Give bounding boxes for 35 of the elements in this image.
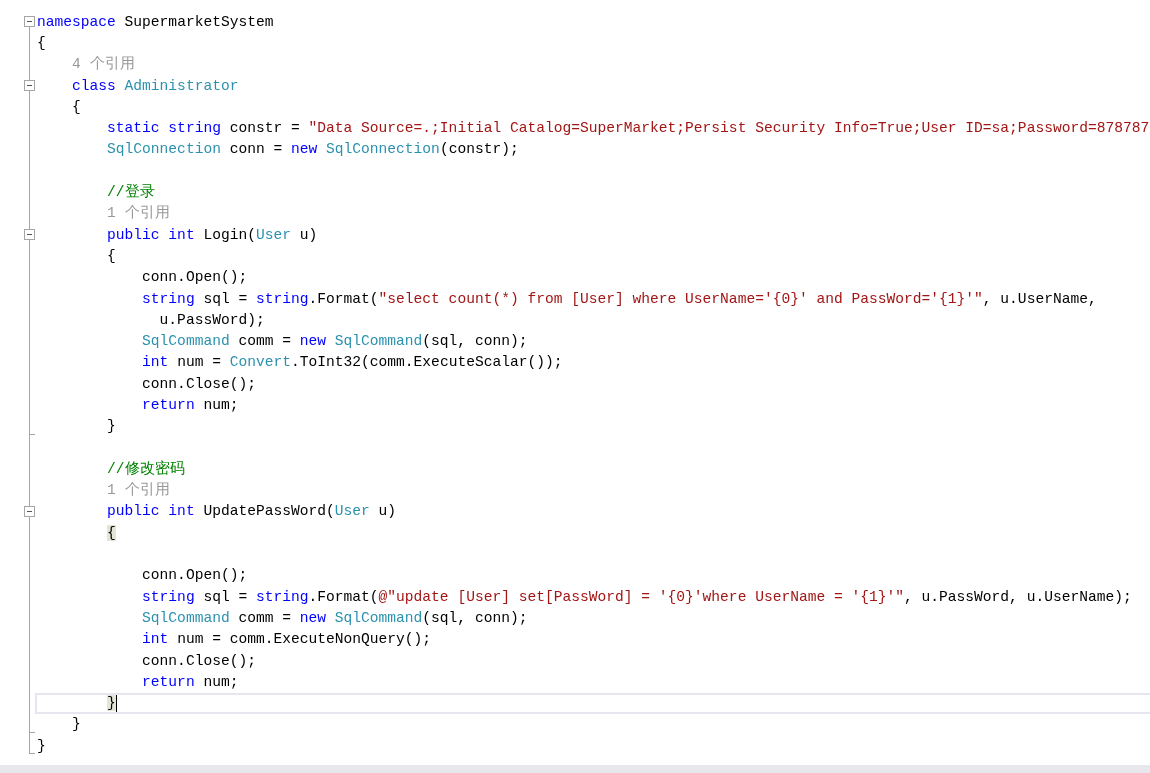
code-line: u.PassWord); [158, 310, 265, 330]
reference-count-link[interactable]: 1 个引用 [37, 203, 170, 224]
reference-count-link[interactable]: 4 个引用 [37, 54, 135, 75]
reference-count-link[interactable]: 1 个引用 [37, 480, 170, 501]
code-line: string sql = string.Format("select count(*) from [User] where UserName='{0}' and PassWord='{1}'", u.UserName, [141, 289, 1097, 309]
code-line: } [71, 715, 81, 735]
code-line: public int Login(User u) [106, 225, 318, 245]
code-line: } [37, 736, 46, 756]
collapse-icon[interactable] [24, 16, 35, 27]
code-line: static string constr = "Data Source=.;Initial Catalog=SuperMarket;Persist Security Info=True;User ID=sa;Password=878787 [106, 119, 1150, 139]
code-line: SqlConnection conn = new SqlConnection(constr); [106, 140, 519, 160]
code-line: return num; [141, 396, 239, 415]
code-line: public int UpdatePassWord(User u) [106, 502, 397, 522]
code-line: conn.Close(); [141, 374, 256, 394]
code-line: int num = Convert.ToInt32(comm.ExecuteScalar()); [141, 353, 563, 373]
text-cursor [115, 694, 117, 712]
code-line: conn.Open(); [141, 268, 248, 288]
code-line: } [106, 417, 116, 437]
code-line: SqlCommand comm = new SqlCommand(sql, conn); [141, 332, 528, 352]
code-line: { [106, 246, 116, 266]
code-line: namespace SupermarketSystem [37, 12, 274, 32]
code-line: class Administrator [71, 76, 239, 96]
code-line: conn.Open(); [141, 566, 248, 586]
code-comment: //修改密码 [106, 459, 185, 479]
collapse-icon[interactable] [24, 228, 35, 240]
code-line: { [71, 97, 81, 117]
code-line: string sql = string.Format(@"update [User] set[PassWord] = '{0}'where UserName = '{1}'", u.PassWord, u.UserName); [141, 587, 1132, 607]
code-line: int num = comm.ExecuteNonQuery(); [141, 630, 432, 650]
collapse-icon[interactable] [24, 79, 35, 91]
code-line: conn.Close(); [141, 651, 256, 671]
code-comment: //登录 [106, 183, 155, 202]
code-line: { [37, 33, 46, 53]
collapse-icon[interactable] [24, 505, 35, 517]
code-line: return num; [141, 672, 239, 692]
code-line: SqlCommand comm = new SqlCommand(sql, conn); [141, 608, 528, 628]
